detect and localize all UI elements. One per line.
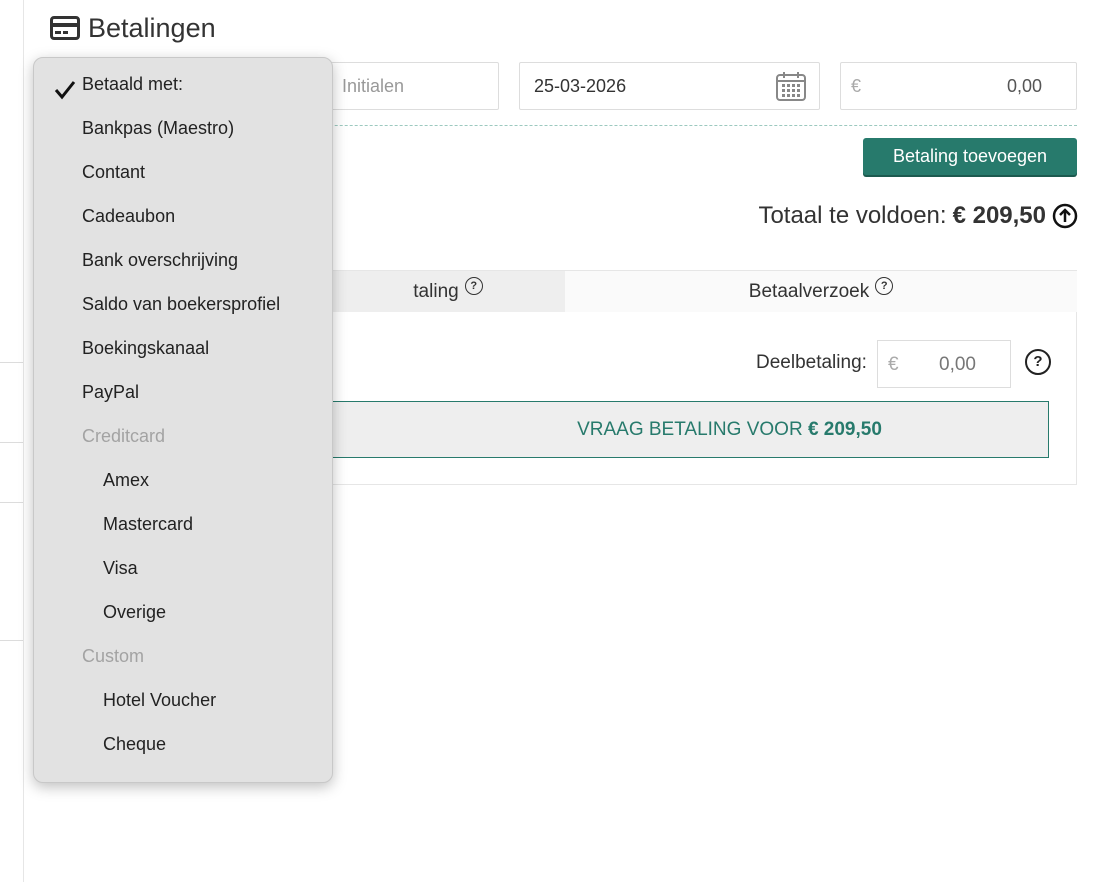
dropdown-option[interactable]: Visa	[34, 546, 332, 590]
dropdown-option[interactable]: Cadeaubon	[34, 194, 332, 238]
arrow-up-circle-icon[interactable]	[1052, 203, 1078, 229]
dropdown-option[interactable]: PayPal	[34, 370, 332, 414]
dropdown-option[interactable]: Amex	[34, 458, 332, 502]
date-field[interactable]: 25-03-2026	[519, 62, 820, 110]
calendar-icon[interactable]	[775, 70, 807, 102]
request-payment-button[interactable]: VRAAG BETALING VOOR € 209,50	[300, 401, 1049, 458]
credit-card-icon	[50, 16, 80, 40]
date-value: 25-03-2026	[534, 76, 627, 96]
left-divider	[0, 640, 23, 641]
dropdown-option[interactable]: Saldo van boekersprofiel	[34, 282, 332, 326]
add-payment-button[interactable]: Betaling toevoegen	[863, 138, 1077, 175]
request-payment-amount: € 209,50	[807, 419, 882, 440]
dropdown-option[interactable]: Cheque	[34, 722, 332, 766]
tab-payment-request-label: Betaalverzoek	[748, 280, 870, 302]
help-icon[interactable]: ?	[875, 276, 894, 295]
dropdown-option[interactable]: Bankpas (Maestro)	[34, 106, 332, 150]
payment-method-dropdown[interactable]: Betaald met: Bankpas (Maestro) Contant C…	[33, 57, 333, 783]
dropdown-option[interactable]: Boekingskanaal	[34, 326, 332, 370]
total-label: Totaal te voldoen:	[758, 202, 947, 229]
tab-payment-request[interactable]: Betaalverzoek ?	[565, 271, 1077, 312]
total-due: Totaal te voldoen: € 209,50	[758, 198, 1078, 234]
dropdown-option-header[interactable]: Betaald met:	[34, 62, 332, 106]
initials-field[interactable]	[327, 62, 499, 110]
section-title: Betalingen	[50, 10, 216, 46]
left-divider	[0, 442, 23, 443]
dropdown-group-label: Creditcard	[82, 426, 166, 446]
section-title-text: Betalingen	[88, 12, 216, 43]
dropdown-option[interactable]: Contant	[34, 150, 332, 194]
dropdown-option[interactable]: Hotel Voucher	[34, 678, 332, 722]
page: Betalingen 25-03-2026 € 0,00 Betaling to…	[0, 0, 1106, 882]
amount-currency: €	[851, 76, 862, 96]
amount-field[interactable]: € 0,00	[840, 62, 1077, 110]
dropdown-group-label: Custom	[82, 646, 145, 666]
left-divider	[0, 502, 23, 503]
left-rail	[23, 0, 24, 882]
dropdown-option[interactable]: Bank overschrijving	[34, 238, 332, 282]
initials-input[interactable]	[328, 63, 498, 109]
partial-payment-input[interactable]: € 0,00	[877, 340, 1011, 388]
partial-payment-label: Deelbetaling:	[756, 352, 867, 373]
total-amount: € 209,50	[952, 202, 1046, 229]
help-icon[interactable]: ?	[464, 276, 483, 295]
left-divider	[0, 362, 23, 363]
dropdown-option[interactable]: Overige	[34, 590, 332, 634]
request-payment-label: VRAAG BETALING VOOR	[577, 419, 803, 440]
partial-value: 0,00	[939, 354, 976, 375]
help-icon[interactable]: ?	[1025, 349, 1051, 375]
amount-value: 0,00	[1006, 76, 1042, 96]
dropdown-option[interactable]: Mastercard	[34, 502, 332, 546]
partial-currency: €	[888, 354, 899, 375]
